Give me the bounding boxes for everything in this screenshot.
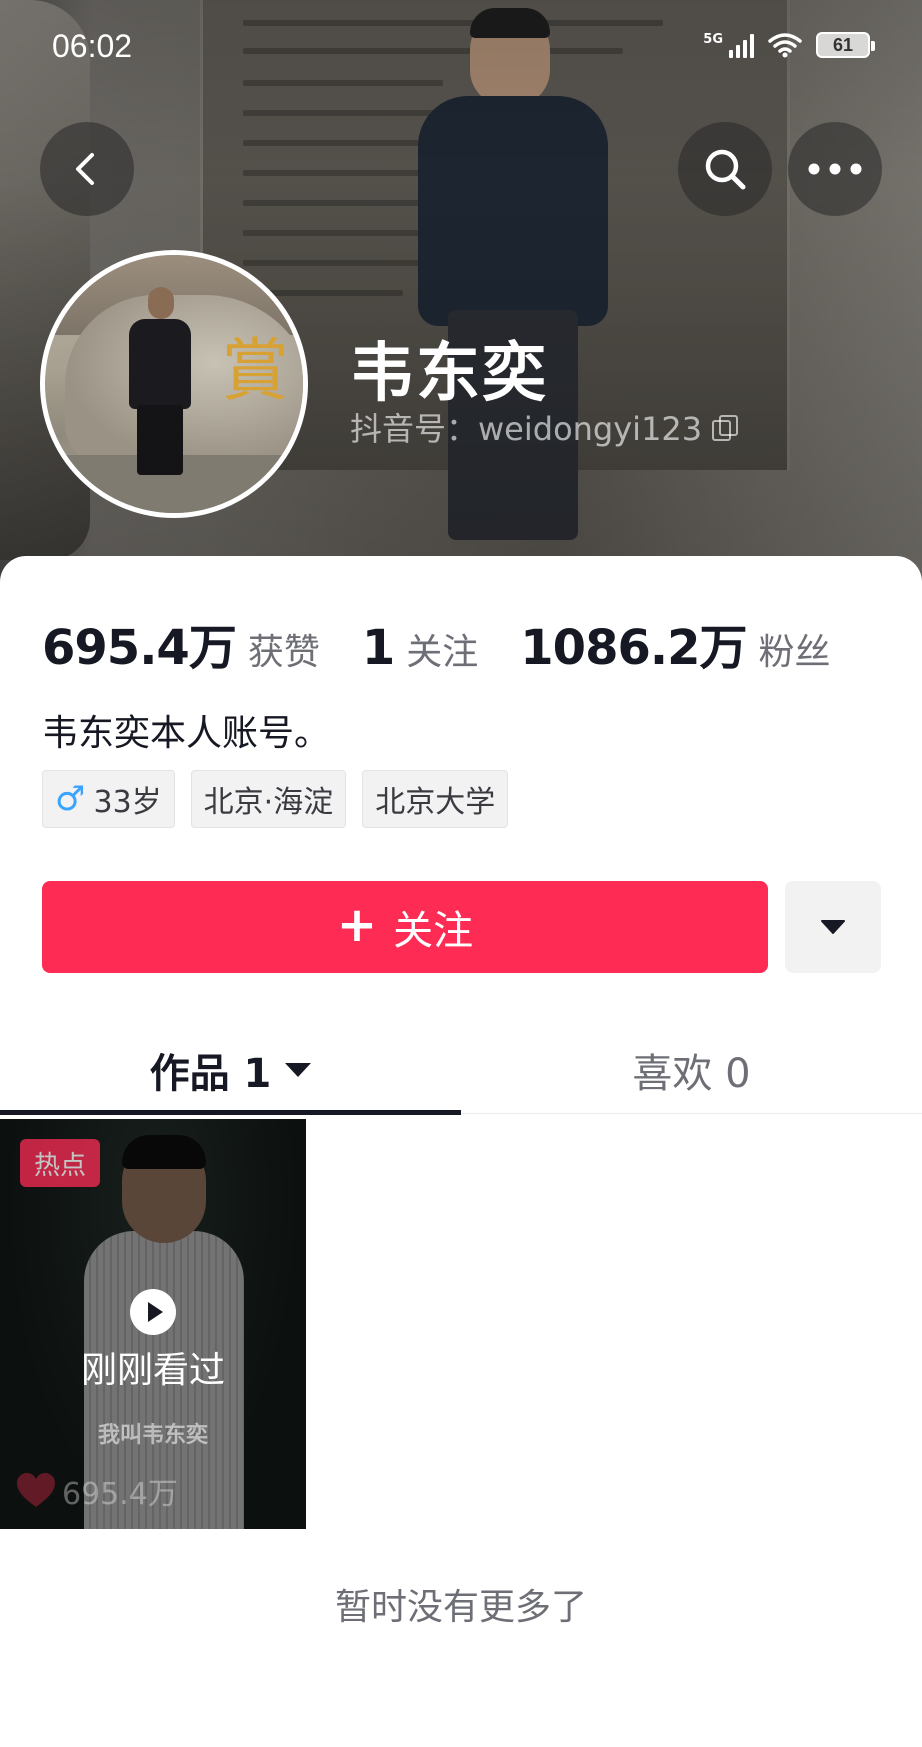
avatar-stone-glyph: 賞 xyxy=(221,332,290,411)
tab-works-label: 作品 1 xyxy=(149,1051,272,1097)
profile-stats: 695.4万 获赞 1 关注 1086.2万 粉丝 xyxy=(42,608,873,678)
stat-following[interactable]: 1 关注 xyxy=(362,620,478,676)
stat-followers-label: 粉丝 xyxy=(758,632,831,673)
no-more-text: 暂时没有更多了 xyxy=(334,1587,587,1628)
copy-icon[interactable] xyxy=(712,415,739,441)
search-icon xyxy=(705,149,746,190)
male-icon: ♂ xyxy=(55,779,86,819)
profile-name: 韦东奕 xyxy=(350,337,548,411)
status-icons: 5G 61 xyxy=(703,32,875,58)
stat-followers-value: 1086.2万 xyxy=(520,620,747,676)
recommend-dropdown-button[interactable] xyxy=(785,881,881,973)
battery-level: 61 xyxy=(832,34,854,55)
tab-likes[interactable]: 喜欢 0 xyxy=(461,1026,922,1114)
stat-likes-label: 获赞 xyxy=(247,632,320,673)
battery-icon: 61 xyxy=(816,32,875,58)
stat-followers[interactable]: 1086.2万 粉丝 xyxy=(520,608,830,678)
recently-viewed-label: 刚刚看过 xyxy=(80,1350,225,1391)
signal-icon xyxy=(729,32,754,58)
status-time: 06:02 xyxy=(52,28,133,64)
caret-down-icon xyxy=(285,1063,312,1077)
wifi-icon xyxy=(768,33,802,58)
play-icon xyxy=(130,1289,176,1335)
network-type: 5G xyxy=(703,32,723,47)
follow-button-label: 关注 xyxy=(393,908,474,954)
heart-icon xyxy=(17,1473,55,1507)
profile-tags: ♂ 33岁 北京·海淀 北京大学 xyxy=(42,770,509,828)
tag-age: ♂ 33岁 xyxy=(42,770,175,828)
hot-badge: 热点 xyxy=(20,1139,100,1187)
caret-down-icon xyxy=(821,920,845,934)
back-button[interactable] xyxy=(40,122,134,216)
stat-likes[interactable]: 695.4万 获赞 xyxy=(42,608,320,678)
tag-school-text: 北京大学 xyxy=(375,785,496,820)
chevron-left-icon xyxy=(76,153,94,185)
stat-likes-value: 695.4万 xyxy=(42,620,237,676)
active-tab-indicator xyxy=(0,1110,461,1115)
search-button[interactable] xyxy=(678,122,772,216)
tag-age-text: 33岁 xyxy=(93,785,162,820)
video-caption: 我叫韦东奕 xyxy=(97,1423,208,1448)
video-likes-count: 695.4万 xyxy=(62,1477,178,1512)
more-horizontal-icon xyxy=(808,163,862,175)
tag-location[interactable]: 北京·海淀 xyxy=(190,770,347,828)
more-button[interactable] xyxy=(788,122,882,216)
avatar[interactable]: 賞 xyxy=(40,250,308,518)
video-thumbnail[interactable]: 热点 刚刚看过 我叫韦东奕 695.4万 xyxy=(0,1119,306,1529)
tag-school[interactable]: 北京大学 xyxy=(362,770,509,828)
douyin-id-text: 抖音号：weidongyi123 xyxy=(350,410,703,448)
tab-works[interactable]: 作品 1 xyxy=(0,1026,461,1114)
stat-following-value: 1 xyxy=(361,620,395,676)
content-tabs: 作品 1 喜欢 0 xyxy=(0,1026,922,1115)
stat-following-label: 关注 xyxy=(406,632,479,673)
tab-likes-label: 喜欢 0 xyxy=(632,1051,751,1097)
follow-button[interactable]: + 关注 xyxy=(42,881,768,973)
plus-icon: + xyxy=(336,897,378,953)
profile-sheet: 695.4万 获赞 1 关注 1086.2万 粉丝 韦东奕本人账号。 ♂ 33岁… xyxy=(0,556,922,1747)
douyin-id[interactable]: 抖音号：weidongyi123 xyxy=(350,404,739,450)
video-likes: 695.4万 xyxy=(16,1469,178,1513)
profile-bio: 韦东奕本人账号。 xyxy=(42,713,331,754)
tag-location-text: 北京·海淀 xyxy=(203,785,334,820)
